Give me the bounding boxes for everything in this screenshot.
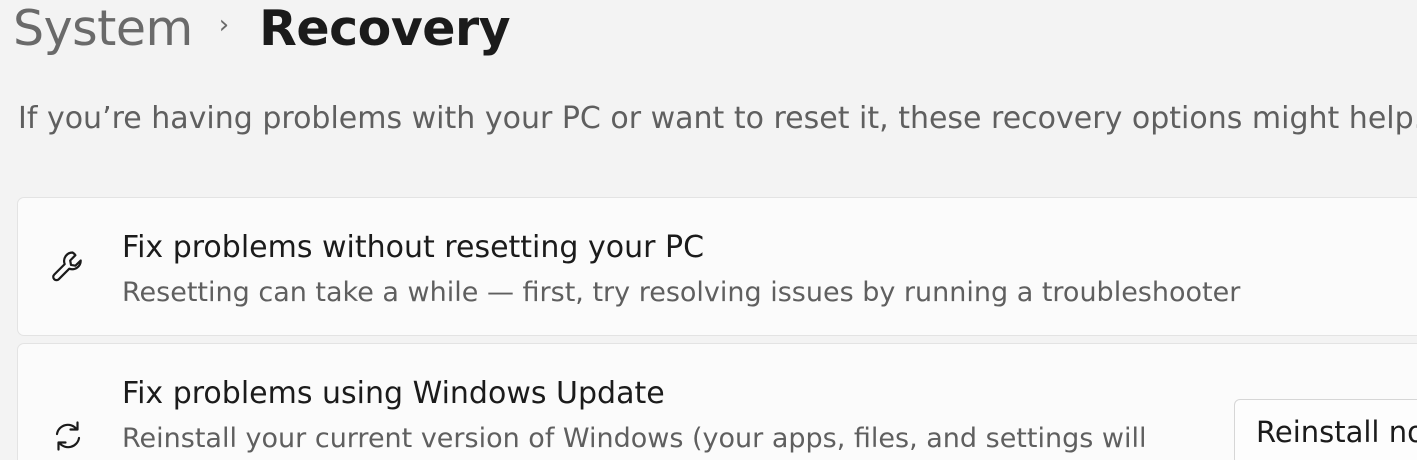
card-subtitle: Reinstall your current version of Window… bbox=[122, 423, 1147, 454]
recovery-settings-page: System › Recovery If you’re having probl… bbox=[0, 0, 1417, 460]
reinstall-now-button[interactable]: Reinstall no bbox=[1234, 399, 1417, 460]
windows-update-fix-card: Fix problems using Windows Update Reinst… bbox=[17, 343, 1417, 460]
wrench-icon bbox=[49, 247, 87, 285]
fix-without-reset-card[interactable]: Fix problems without resetting your PC R… bbox=[17, 197, 1417, 336]
card-title: Fix problems without resetting your PC bbox=[122, 230, 705, 265]
breadcrumb: System › Recovery bbox=[13, 0, 511, 58]
breadcrumb-chevron-icon: › bbox=[218, 10, 230, 40]
page-title: Recovery bbox=[259, 0, 511, 57]
refresh-icon bbox=[49, 417, 87, 455]
card-title: Fix problems using Windows Update bbox=[122, 376, 665, 411]
card-subtitle: Resetting can take a while — first, try … bbox=[122, 277, 1241, 308]
page-description: If you’re having problems with your PC o… bbox=[18, 101, 1417, 136]
breadcrumb-system-link[interactable]: System bbox=[13, 0, 193, 58]
